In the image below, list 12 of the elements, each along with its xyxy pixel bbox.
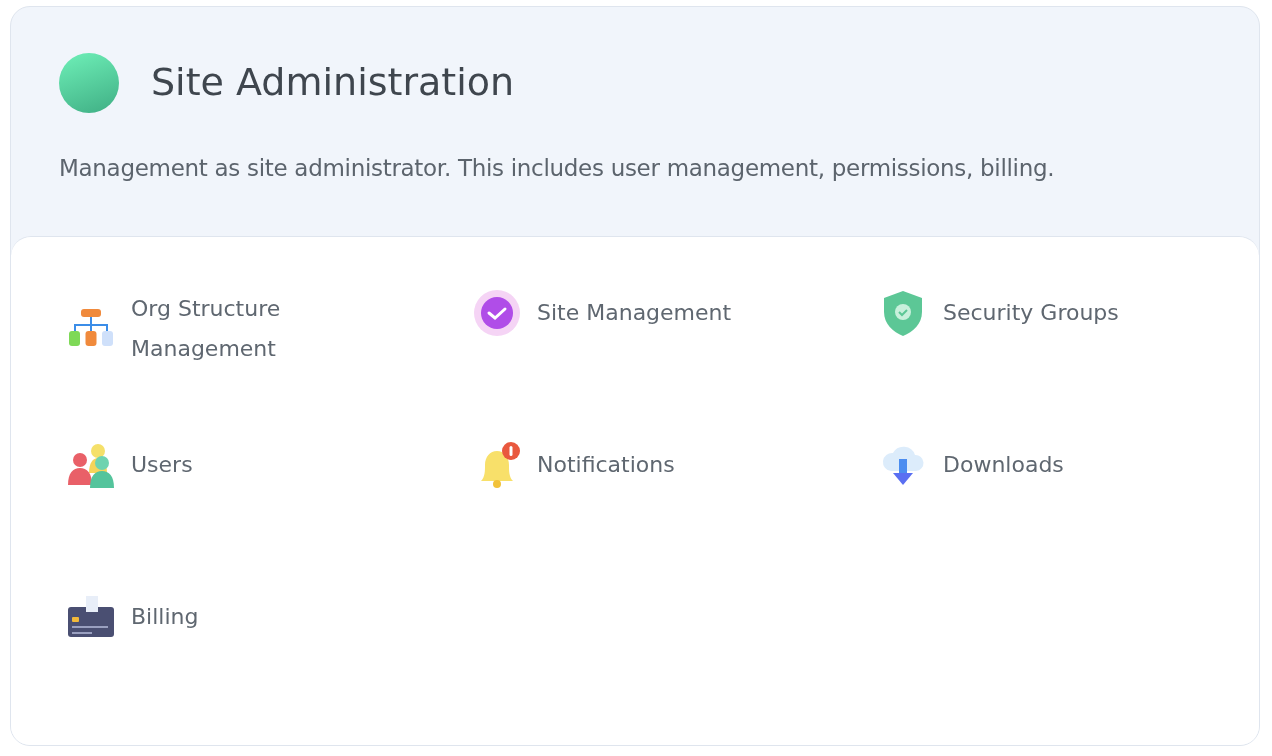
status-circle bbox=[59, 53, 119, 113]
menu-link[interactable]: Billing bbox=[131, 597, 331, 637]
description-text: Management as site administrator. This includes user management, permissions, billing. bbox=[59, 154, 1056, 183]
menu-link[interactable]: Security Groups bbox=[943, 293, 1143, 333]
check-badge-icon bbox=[473, 289, 521, 337]
people-icon bbox=[67, 441, 115, 489]
menu-link[interactable]: Org Structure Management bbox=[131, 289, 331, 369]
menu-link[interactable]: Downloads bbox=[943, 445, 1143, 485]
menu-link[interactable]: Site Management bbox=[537, 293, 737, 333]
menu-link[interactable]: Notifications bbox=[537, 445, 737, 485]
menu-link[interactable]: Users bbox=[131, 445, 331, 485]
page-title: Site Administration bbox=[151, 60, 515, 106]
